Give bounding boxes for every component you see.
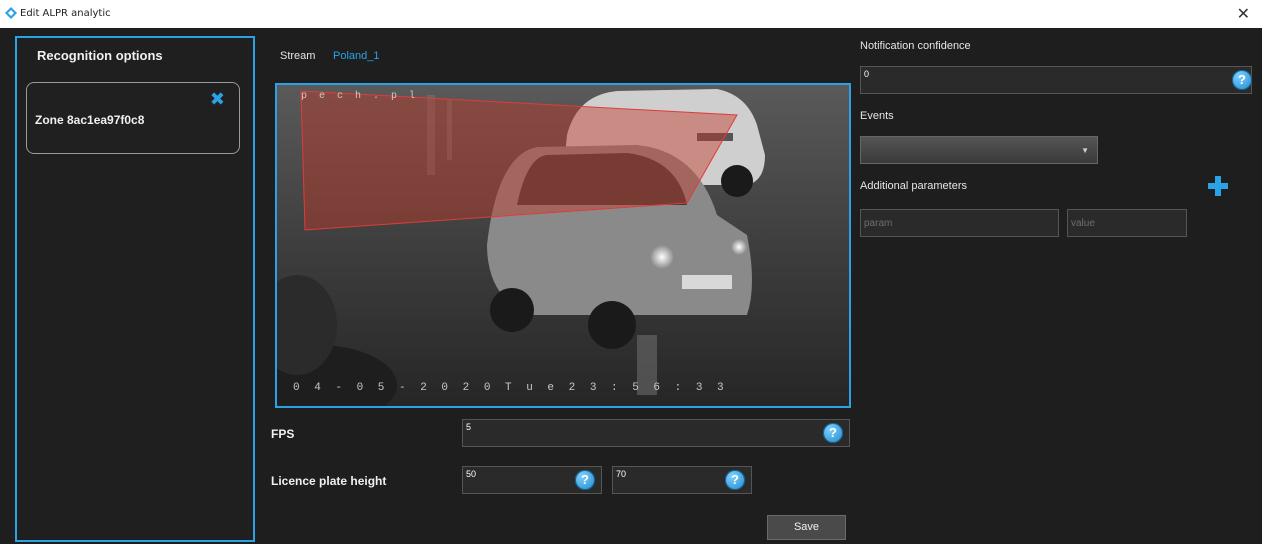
fps-input[interactable]: 5 — [462, 419, 850, 447]
plate-height-max-help-icon[interactable]: ? — [725, 470, 745, 490]
plate-height-max-value: 70 — [616, 469, 627, 479]
notification-confidence-input[interactable]: 0 — [860, 66, 1252, 94]
dropdown-caret-icon: ▼ — [1081, 146, 1089, 155]
camera-osd-top: p e c h . p l — [301, 91, 419, 102]
fps-value: 5 — [466, 422, 472, 432]
plate-height-label: Licence plate height — [271, 474, 387, 488]
add-parameter-button[interactable] — [1205, 173, 1231, 199]
remove-zone-icon[interactable]: ✖ — [210, 89, 225, 110]
save-button[interactable]: Save — [767, 515, 846, 540]
plus-icon-vertical — [1215, 176, 1221, 196]
fps-label: FPS — [271, 427, 295, 441]
value-input[interactable] — [1067, 209, 1187, 237]
additional-parameters-label: Additional parameters — [860, 180, 968, 192]
zone-label: Zone 8ac1ea97f0c8 — [35, 113, 145, 127]
notification-confidence-label: Notification confidence — [860, 40, 971, 52]
events-label: Events — [860, 110, 894, 122]
app-icon — [5, 7, 17, 19]
recognition-options-heading: Recognition options — [37, 48, 163, 63]
events-select[interactable]: ▼ — [860, 136, 1098, 164]
camera-view[interactable]: p e c h . p l 0 4 - 0 5 - 2 0 2 0 T u e … — [275, 83, 851, 408]
close-icon[interactable]: ✕ — [1237, 4, 1250, 23]
title-bar: Edit ALPR analytic ✕ — [0, 0, 1262, 28]
param-input[interactable] — [860, 209, 1059, 237]
zone-card[interactable]: Zone 8ac1ea97f0c8 ✖ — [26, 82, 240, 154]
camera-frame — [277, 85, 849, 406]
notification-help-icon[interactable]: ? — [1232, 70, 1252, 90]
recognition-options-panel: Recognition options Zone 8ac1ea97f0c8 ✖ — [15, 36, 255, 542]
window-title: Edit ALPR analytic — [20, 8, 111, 19]
plate-height-min-help-icon[interactable]: ? — [575, 470, 595, 490]
camera-osd-timestamp: 0 4 - 0 5 - 2 0 2 0 T u e 2 3 : 5 6 : 3 … — [293, 382, 728, 394]
plate-height-min-value: 50 — [466, 469, 477, 479]
fps-help-icon[interactable]: ? — [823, 423, 843, 443]
notification-confidence-value: 0 — [864, 69, 870, 79]
stream-label: Stream — [280, 50, 316, 62]
stream-link[interactable]: Poland_1 — [333, 50, 380, 62]
